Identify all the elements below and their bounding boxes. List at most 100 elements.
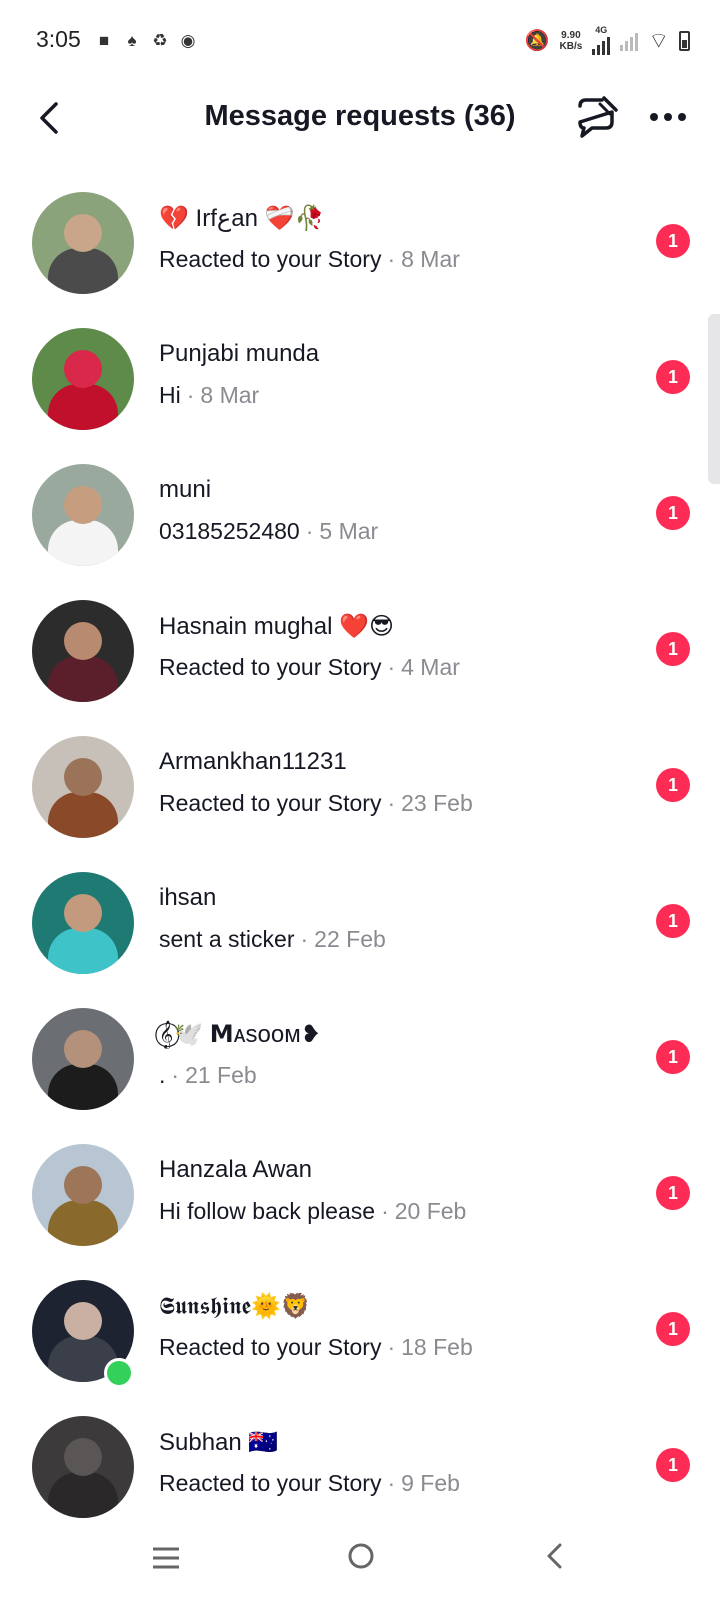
message-date: 8 Mar [401, 246, 460, 272]
unread-badge: 1 [656, 1176, 690, 1210]
avatar[interactable] [32, 328, 134, 430]
message-preview: Reacted to your Story · 4 Mar [159, 654, 460, 681]
message-preview: sent a sticker · 22 Feb [159, 926, 386, 953]
message-preview: Reacted to your Story · 8 Mar [159, 246, 460, 273]
separator-dot: · [387, 654, 396, 680]
avatar-head [64, 486, 102, 524]
request-row[interactable]: Hasnain mughal ❤️😎 Reacted to your Story ·… [0, 586, 720, 722]
record-icon: ◉ [180, 31, 196, 50]
message-text: Hi [159, 382, 181, 408]
message-text: Reacted to your Story [159, 1334, 382, 1360]
separator-dot: · [387, 1334, 396, 1360]
avatar[interactable] [32, 872, 134, 974]
signal-2-icon [620, 31, 639, 51]
request-row[interactable]: Hanzala Awan Hi follow back please · 20 Feb… [0, 1130, 720, 1266]
avatar-body [48, 520, 118, 566]
net-speed: 9.90 KB/s [559, 29, 583, 52]
recent-apps-button[interactable] [136, 1536, 196, 1584]
avatar-head [64, 894, 102, 932]
online-status-dot [104, 1358, 134, 1388]
request-row[interactable]: 💔 Irfعan ❤️‍🩹🥀 Reacted to your Story · 8 Ma… [0, 178, 720, 314]
status-time: 3:05 [36, 26, 81, 52]
signal-4g: 4G [592, 26, 611, 55]
avatar-head [64, 1166, 102, 1204]
request-row[interactable]: Armankhan11231 Reacted to your Story · 23 F… [0, 722, 720, 858]
message-text: sent a sticker [159, 926, 295, 952]
message-date: 22 Feb [314, 926, 386, 952]
avatar-head [64, 350, 102, 388]
message-preview: Reacted to your Story · 23 Feb [159, 790, 473, 817]
avatar-body [48, 384, 118, 430]
request-name: Hasnain mughal ❤️😎 [159, 613, 395, 640]
request-row[interactable]: 𝕾𝖚𝖓𝖘𝖍𝖎𝖓𝖊🌞🦁 Reacted to your Story · 18 Feb 1 [0, 1266, 720, 1402]
unread-badge: 1 [656, 360, 690, 394]
unread-badge: 1 [656, 632, 690, 666]
avatar-body [48, 248, 118, 294]
unread-badge: 1 [656, 224, 690, 258]
avatar-head [64, 1030, 102, 1068]
request-row[interactable]: Punjabi munda Hi · 8 Mar 1 [0, 314, 720, 450]
message-text: 03185252480 [159, 518, 300, 544]
message-text: Reacted to your Story [159, 1470, 382, 1496]
request-name: 💔 Irfعan ❤️‍🩹🥀 [159, 205, 325, 232]
avatar-head [64, 1438, 102, 1476]
request-name: muni [159, 476, 212, 503]
message-preview: Reacted to your Story · 9 Feb [159, 1470, 460, 1497]
message-request-list: 💔 Irfعan ❤️‍🩹🥀 Reacted to your Story · 8 Ma… [0, 178, 720, 1538]
message-text: Hi follow back please [159, 1198, 376, 1224]
more-options-button[interactable] [648, 102, 692, 132]
avatar-body [48, 792, 118, 838]
request-row[interactable]: ihsan sent a sticker · 22 Feb 1 [0, 858, 720, 994]
home-button[interactable] [331, 1536, 391, 1584]
avatar[interactable] [32, 1008, 134, 1110]
system-back-button[interactable] [525, 1536, 585, 1584]
message-preview: Hi follow back please · 20 Feb [159, 1198, 466, 1225]
chat-filter-button[interactable] [572, 92, 622, 142]
message-date: 9 Feb [401, 1470, 460, 1496]
back-arrow-icon [547, 1543, 562, 1569]
unread-badge: 1 [656, 904, 690, 938]
message-date: 4 Mar [401, 654, 460, 680]
avatar-body [48, 1472, 118, 1518]
avatar-head [64, 214, 102, 252]
system-nav-bar [0, 1528, 720, 1600]
avatar[interactable] [32, 192, 134, 294]
avatar[interactable] [32, 600, 134, 702]
avatar-body [48, 656, 118, 702]
avatar[interactable] [32, 1144, 134, 1246]
unread-badge: 1 [656, 1312, 690, 1346]
separator-dot: · [387, 790, 396, 816]
request-row[interactable]: muni 03185252480 · 5 Mar 1 [0, 450, 720, 586]
snapchat-icon: ♠ [127, 31, 137, 50]
request-name: Subhan 🇦🇺 [159, 1429, 279, 1456]
wifi-icon: ⌔ [648, 27, 669, 53]
request-row[interactable]: 𝄞⃝🕊️ 𝗠ᴀsᴏᴏᴍ❥. · 21 Feb 1 [0, 994, 720, 1130]
message-date: 21 Feb [185, 1062, 257, 1088]
separator-dot: · [381, 1198, 389, 1224]
message-text: Reacted to your Story [159, 790, 382, 816]
separator-dot: · [305, 518, 314, 544]
signal-icon [592, 35, 611, 55]
chat-bubble-icon [578, 96, 618, 138]
request-name: 𝄞⃝🕊️ 𝗠ᴀsᴏᴏᴍ❥ [159, 1021, 321, 1048]
message-date: 18 Feb [401, 1334, 473, 1360]
mute-icon: 🔕 [524, 30, 550, 52]
message-date: 5 Mar [319, 518, 379, 544]
message-preview: Reacted to your Story · 18 Feb [159, 1334, 473, 1361]
video-icon: ■ [98, 31, 110, 50]
avatar-body [48, 928, 118, 974]
avatar[interactable] [32, 736, 134, 838]
message-preview: Hi · 8 Mar [159, 382, 259, 409]
avatar[interactable] [32, 1416, 134, 1518]
unread-badge: 1 [656, 1040, 690, 1074]
separator-dot: · [300, 926, 309, 952]
request-row[interactable]: Subhan 🇦🇺 Reacted to your Story · 9 Feb 1 [0, 1402, 720, 1538]
request-name: Armankhan11231 [159, 748, 347, 775]
message-text: Reacted to your Story [159, 654, 382, 680]
avatar[interactable] [32, 464, 134, 566]
request-name: ihsan [159, 884, 217, 911]
request-name: 𝕾𝖚𝖓𝖘𝖍𝖎𝖓𝖊🌞🦁 [159, 1293, 311, 1320]
message-preview: 03185252480 · 5 Mar [159, 518, 378, 545]
menu-icon [153, 1547, 179, 1569]
header: Message requests (36) [0, 84, 720, 154]
